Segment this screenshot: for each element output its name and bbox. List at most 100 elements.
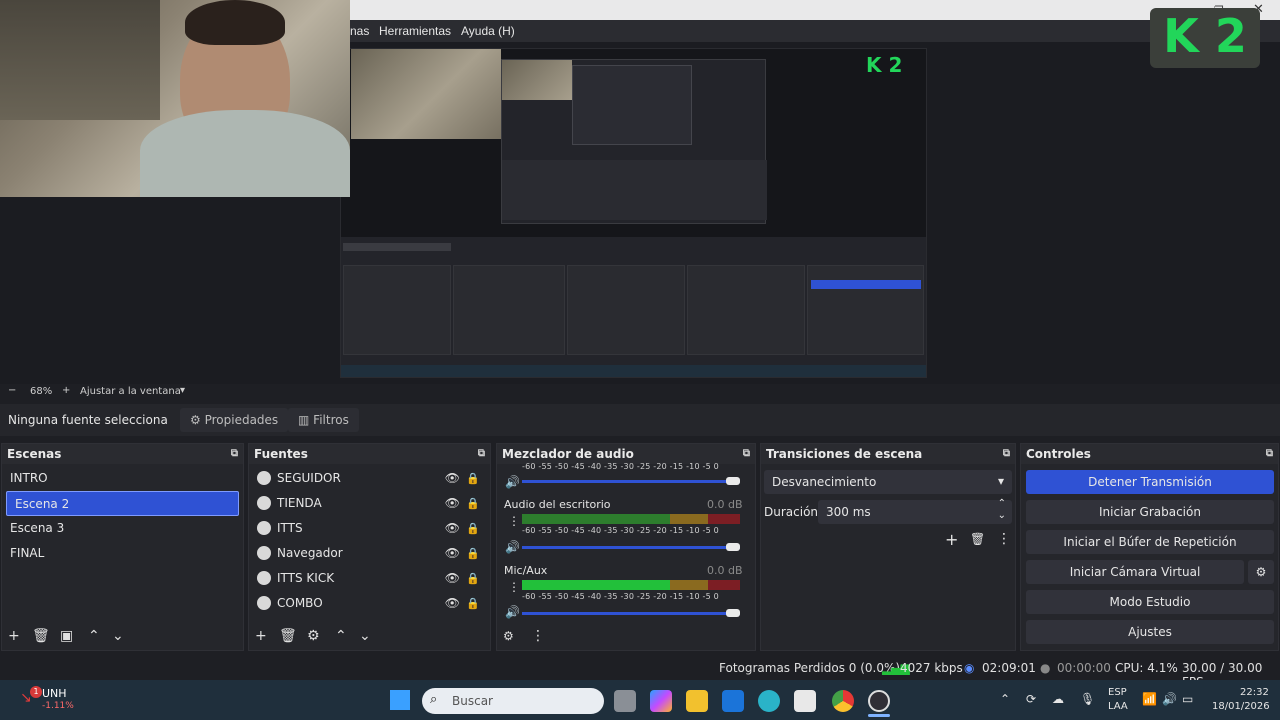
trash-icon[interactable]: 🗑: [32, 628, 50, 644]
channel-menu-icon[interactable]: ⋮: [508, 580, 520, 594]
studio-mode-button[interactable]: Modo Estudio: [1026, 590, 1274, 614]
add-icon[interactable]: +: [8, 628, 20, 644]
move-down-icon[interactable]: ⌄: [112, 628, 124, 644]
source-item[interactable]: SEGUIDOR 👁 🔒: [249, 466, 490, 491]
scene-item-selected[interactable]: Escena 2: [6, 491, 239, 516]
clock-time[interactable]: 22:32: [1240, 687, 1269, 698]
lock-icon[interactable]: 🔒: [466, 541, 480, 566]
chrome-icon[interactable]: [832, 690, 854, 712]
preview-canvas[interactable]: K 2: [340, 48, 927, 378]
gear-icon[interactable]: ⚙: [307, 628, 320, 644]
menu-item-tools[interactable]: Herramientas: [379, 24, 451, 38]
chevron-up-icon[interactable]: ⌃: [1000, 692, 1010, 706]
settings-button[interactable]: Ajustes: [1026, 620, 1274, 644]
volume-slider[interactable]: [522, 609, 740, 617]
move-up-icon[interactable]: ⌃: [335, 628, 347, 644]
spin-down-icon[interactable]: ⌄: [998, 510, 1006, 521]
properties-button[interactable]: ⚙ Propiedades: [180, 408, 289, 432]
file-explorer-icon[interactable]: [686, 690, 708, 712]
popout-icon[interactable]: ⧉: [478, 444, 485, 464]
wifi-icon[interactable]: 📶: [1142, 692, 1157, 706]
source-item[interactable]: ITTS KICK 👁 🔒: [249, 566, 490, 591]
volume-slider[interactable]: [522, 543, 740, 551]
popout-icon[interactable]: ⧉: [231, 444, 238, 464]
popout-icon[interactable]: ⧉: [1003, 444, 1010, 464]
start-replay-buffer-button[interactable]: Iniciar el Búfer de Repetición: [1026, 530, 1274, 554]
mixer-settings-icon[interactable]: ⚙: [503, 628, 514, 644]
volume-icon[interactable]: 🔊: [505, 540, 520, 554]
more-icon[interactable]: ⋮: [997, 531, 1011, 547]
add-icon[interactable]: +: [255, 628, 267, 644]
clock-date[interactable]: 18/01/2026: [1212, 701, 1270, 712]
chevron-down-icon[interactable]: ▾: [180, 385, 185, 396]
transitions-header: Transiciones de escena ⧉: [761, 444, 1015, 464]
language-line1[interactable]: ESP: [1108, 687, 1127, 698]
more-icon[interactable]: ⋮: [531, 628, 545, 644]
scene-item[interactable]: INTRO: [2, 466, 243, 491]
filter-icon[interactable]: ▣: [60, 628, 73, 644]
volume-icon[interactable]: 🔊: [505, 475, 520, 489]
scene-item[interactable]: Escena 3: [2, 516, 243, 541]
eye-icon[interactable]: 👁: [445, 541, 460, 566]
start-recording-button[interactable]: Iniciar Grabación: [1026, 500, 1274, 524]
move-up-icon[interactable]: ⌃: [88, 628, 100, 644]
source-item[interactable]: Navegador 👁 🔒: [249, 541, 490, 566]
no-source-label: Ninguna fuente selecciona: [8, 413, 168, 427]
zoom-in-button[interactable]: +: [62, 385, 70, 396]
scenes-footer: + 🗑 ▣ ⌃ ⌄: [2, 624, 243, 650]
sync-icon[interactable]: ⟳: [1026, 692, 1036, 706]
mixer-header: Mezclador de audio ⧉: [497, 444, 755, 464]
lock-icon[interactable]: 🔒: [466, 491, 480, 516]
eye-icon[interactable]: 👁: [445, 466, 460, 491]
filter-icon: ▥: [298, 413, 310, 427]
transition-select[interactable]: Desvanecimiento ▾: [764, 470, 1012, 494]
spin-up-icon[interactable]: ⌃: [998, 498, 1006, 509]
zoom-out-button[interactable]: −: [8, 385, 16, 396]
popout-icon[interactable]: ⧉: [743, 444, 750, 464]
meter-scale: -60 -55 -50 -45 -40 -35 -30 -25 -20 -15 …: [522, 592, 719, 601]
add-icon[interactable]: +: [945, 530, 958, 549]
stop-stream-button[interactable]: Detener Transmisión: [1026, 470, 1274, 494]
lock-icon[interactable]: 🔒: [466, 566, 480, 591]
lock-icon[interactable]: 🔒: [466, 591, 480, 616]
microphone-icon[interactable]: 🎙: [1080, 692, 1095, 706]
menu-item-help[interactable]: Ayuda (H): [461, 24, 515, 38]
popout-icon[interactable]: ⧉: [1266, 444, 1273, 464]
obs-icon[interactable]: [868, 690, 890, 712]
outlook-icon[interactable]: [722, 690, 744, 712]
taskbar-search[interactable]: ⌕ Buscar: [422, 688, 604, 714]
filters-button[interactable]: ▥ Filtros: [288, 408, 359, 432]
scenes-dock: Escenas ⧉ INTRO Escena 2 Escena 3 FINAL +…: [1, 443, 244, 651]
cloud-icon[interactable]: ☁: [1052, 692, 1064, 706]
windows-start-icon[interactable]: [390, 690, 410, 710]
source-item[interactable]: ITTS 👁 🔒: [249, 516, 490, 541]
trash-icon[interactable]: 🗑: [970, 532, 985, 546]
volume-slider[interactable]: [522, 477, 740, 485]
eye-icon[interactable]: 👁: [445, 516, 460, 541]
edge-icon[interactable]: [758, 690, 780, 712]
task-view-icon[interactable]: [614, 690, 636, 712]
duration-input[interactable]: 300 ms ⌃ ⌄: [818, 498, 1012, 524]
channel-menu-icon[interactable]: ⋮: [508, 514, 520, 528]
source-item[interactable]: TIENDA 👁 🔒: [249, 491, 490, 516]
eye-icon[interactable]: 👁: [445, 566, 460, 591]
move-down-icon[interactable]: ⌄: [359, 628, 371, 644]
virtual-camera-settings-button[interactable]: ⚙: [1248, 560, 1274, 584]
copilot-icon[interactable]: [650, 690, 672, 712]
scene-item[interactable]: FINAL: [2, 541, 243, 566]
menu-item-views[interactable]: nas: [350, 24, 369, 38]
start-virtual-camera-button[interactable]: Iniciar Cámara Virtual: [1026, 560, 1244, 584]
language-line2[interactable]: LAA: [1108, 701, 1128, 712]
stock-widget[interactable]: ↘ 1: [20, 686, 42, 706]
lock-icon[interactable]: 🔒: [466, 466, 480, 491]
store-icon[interactable]: [794, 690, 816, 712]
battery-icon[interactable]: ▭: [1182, 692, 1193, 706]
zoom-fit-label[interactable]: Ajustar a la ventana: [80, 386, 181, 397]
eye-icon[interactable]: 👁: [445, 591, 460, 616]
trash-icon[interactable]: 🗑: [279, 628, 297, 644]
eye-icon[interactable]: 👁: [445, 491, 460, 516]
speaker-icon[interactable]: 🔊: [1162, 692, 1177, 706]
lock-icon[interactable]: 🔒: [466, 516, 480, 541]
source-item[interactable]: COMBO 👁 🔒: [249, 591, 490, 616]
volume-icon[interactable]: 🔊: [505, 605, 520, 619]
